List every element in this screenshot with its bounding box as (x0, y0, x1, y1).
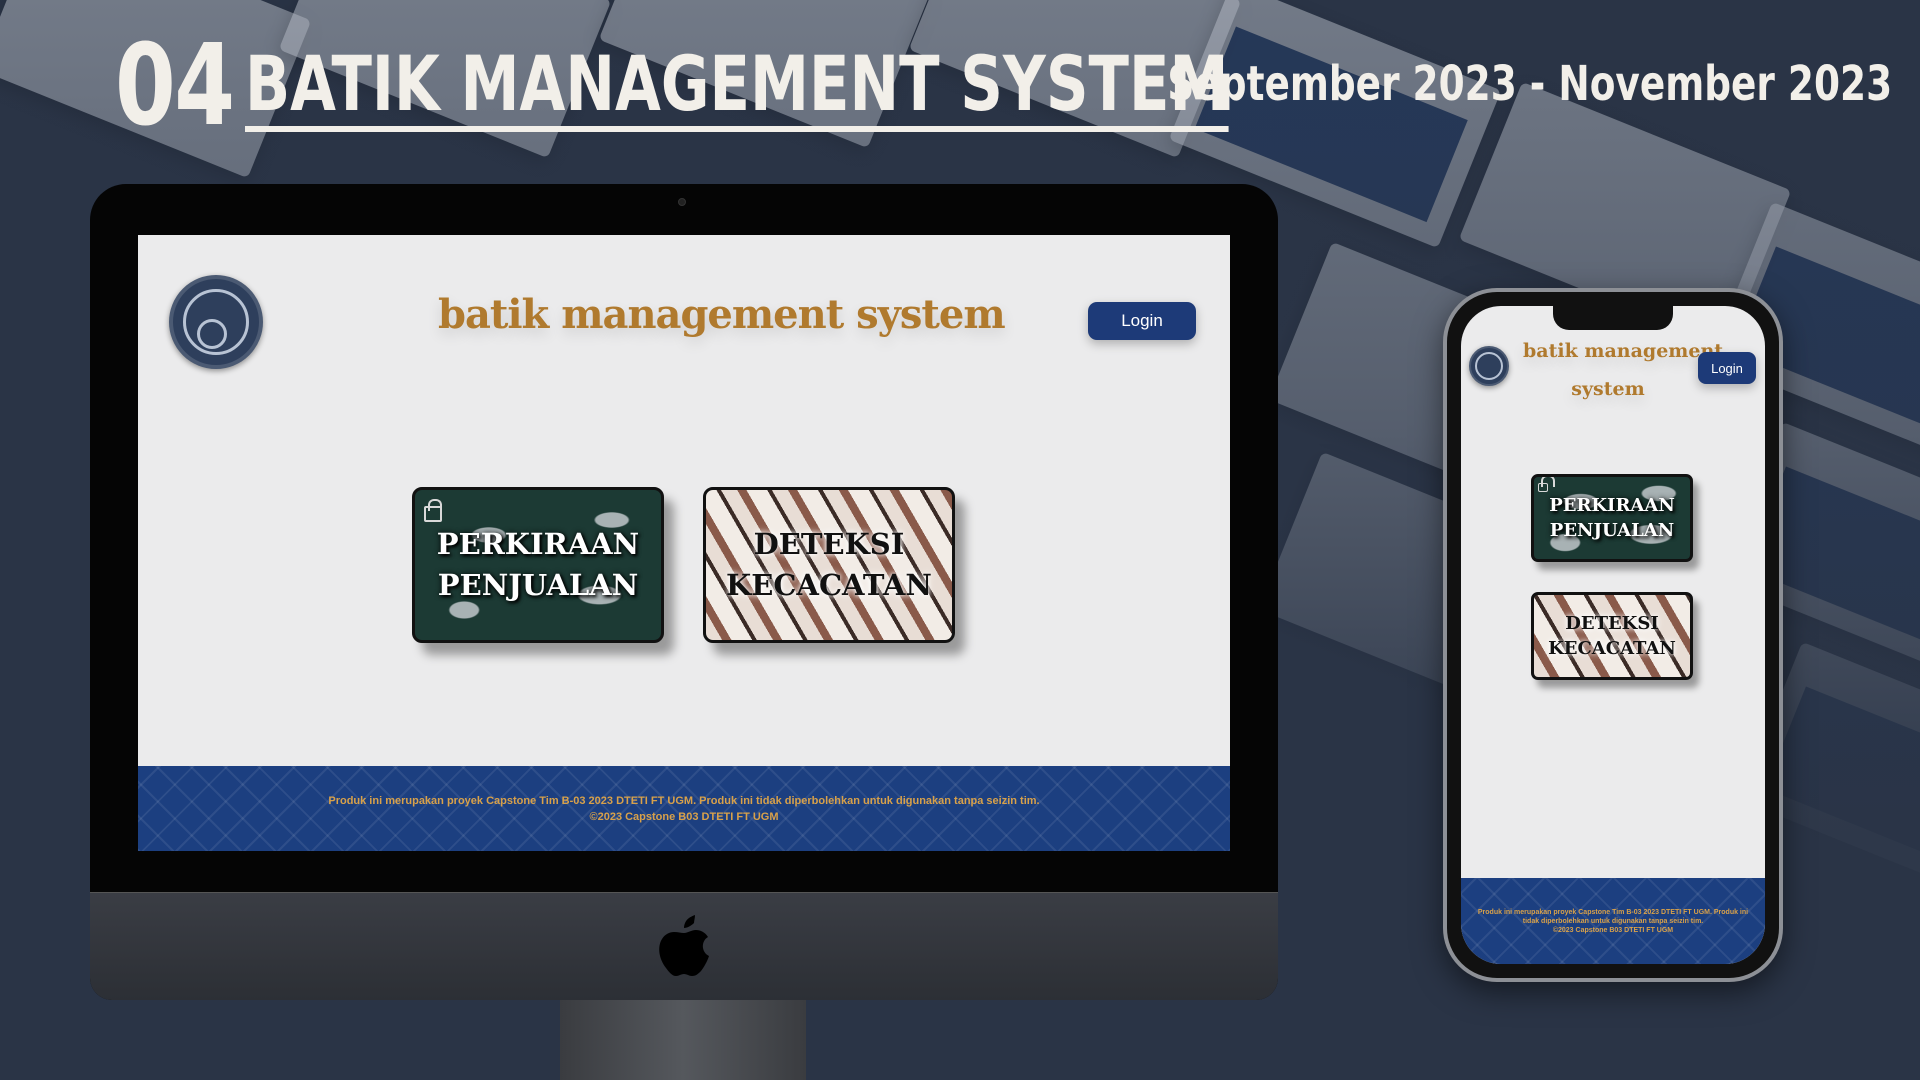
card-label-line1: DETEKSI (753, 527, 905, 562)
imac-mockup: batik management system Login PERKIRAAN … (90, 184, 1278, 1000)
brand-title: batik management system (1523, 332, 1724, 408)
footer-disclaimer: Produk ini merupakan proyek Capstone Tim… (328, 794, 1040, 807)
desktop-screen: batik management system Login PERKIRAAN … (138, 235, 1230, 851)
card-perkiraan-penjualan[interactable]: PERKIRAAN PENJUALAN (412, 487, 664, 643)
card-label-line2: PENJUALAN (437, 568, 639, 602)
footer-copyright: ©2023 Capstone B03 DTETI FT UGM (589, 810, 779, 823)
footer-copyright: ©2023 Capstone B03 DTETI FT UGM (1552, 926, 1674, 934)
login-button[interactable]: Login (1088, 302, 1196, 340)
lock-icon (424, 499, 442, 522)
footer-disclaimer-line1: Produk ini merupakan proyek Capstone Tim… (1477, 908, 1749, 916)
footer-disclaimer-line2: tidak diperbolehkan untuk digunakan tanp… (1522, 917, 1704, 925)
lock-icon (1538, 477, 1555, 492)
card-label-line1: PERKIRAAN (436, 527, 640, 562)
apple-logo-icon (659, 915, 709, 976)
footer: Produk ini merupakan proyek Capstone Tim… (1461, 878, 1765, 964)
mobile-screen: batik management system Login PERKIRAAN … (1461, 306, 1765, 964)
phone-notch (1553, 306, 1673, 330)
card-deteksi-kecacatan[interactable]: DETEKSI KECACATAN (1531, 592, 1693, 680)
imac-chin (90, 892, 1278, 1000)
login-button[interactable]: Login (1698, 352, 1756, 384)
logo-icon[interactable] (1469, 346, 1509, 386)
card-perkiraan-penjualan[interactable]: PERKIRAAN PENJUALAN (1531, 474, 1693, 562)
phone-mockup: batik management system Login PERKIRAAN … (1443, 288, 1783, 982)
brand-title-line1: batik management (1523, 340, 1724, 362)
footer: Produk ini merupakan proyek Capstone Tim… (138, 766, 1230, 851)
imac-stand (560, 1000, 806, 1080)
section-number: 04 (115, 21, 235, 151)
page-title: BATIK MANAGEMENT SYSTEM (245, 46, 1229, 132)
date-range: September 2023 - November 2023 (1167, 56, 1892, 112)
brand-title-line2: system (1571, 378, 1645, 400)
card-deteksi-kecacatan[interactable]: DETEKSI KECACATAN (703, 487, 955, 643)
logo-icon[interactable] (169, 275, 263, 369)
brand-title: batik management system (438, 291, 1006, 338)
camera-icon (678, 198, 686, 206)
card-label-line1: PERKIRAAN (1549, 494, 1675, 516)
card-label-line2: KECACATAN (726, 568, 932, 602)
card-label-line1: DETEKSI (1565, 612, 1659, 634)
card-label-line2: PENJUALAN (1549, 520, 1675, 541)
card-label-line2: KECACATAN (1548, 638, 1676, 659)
